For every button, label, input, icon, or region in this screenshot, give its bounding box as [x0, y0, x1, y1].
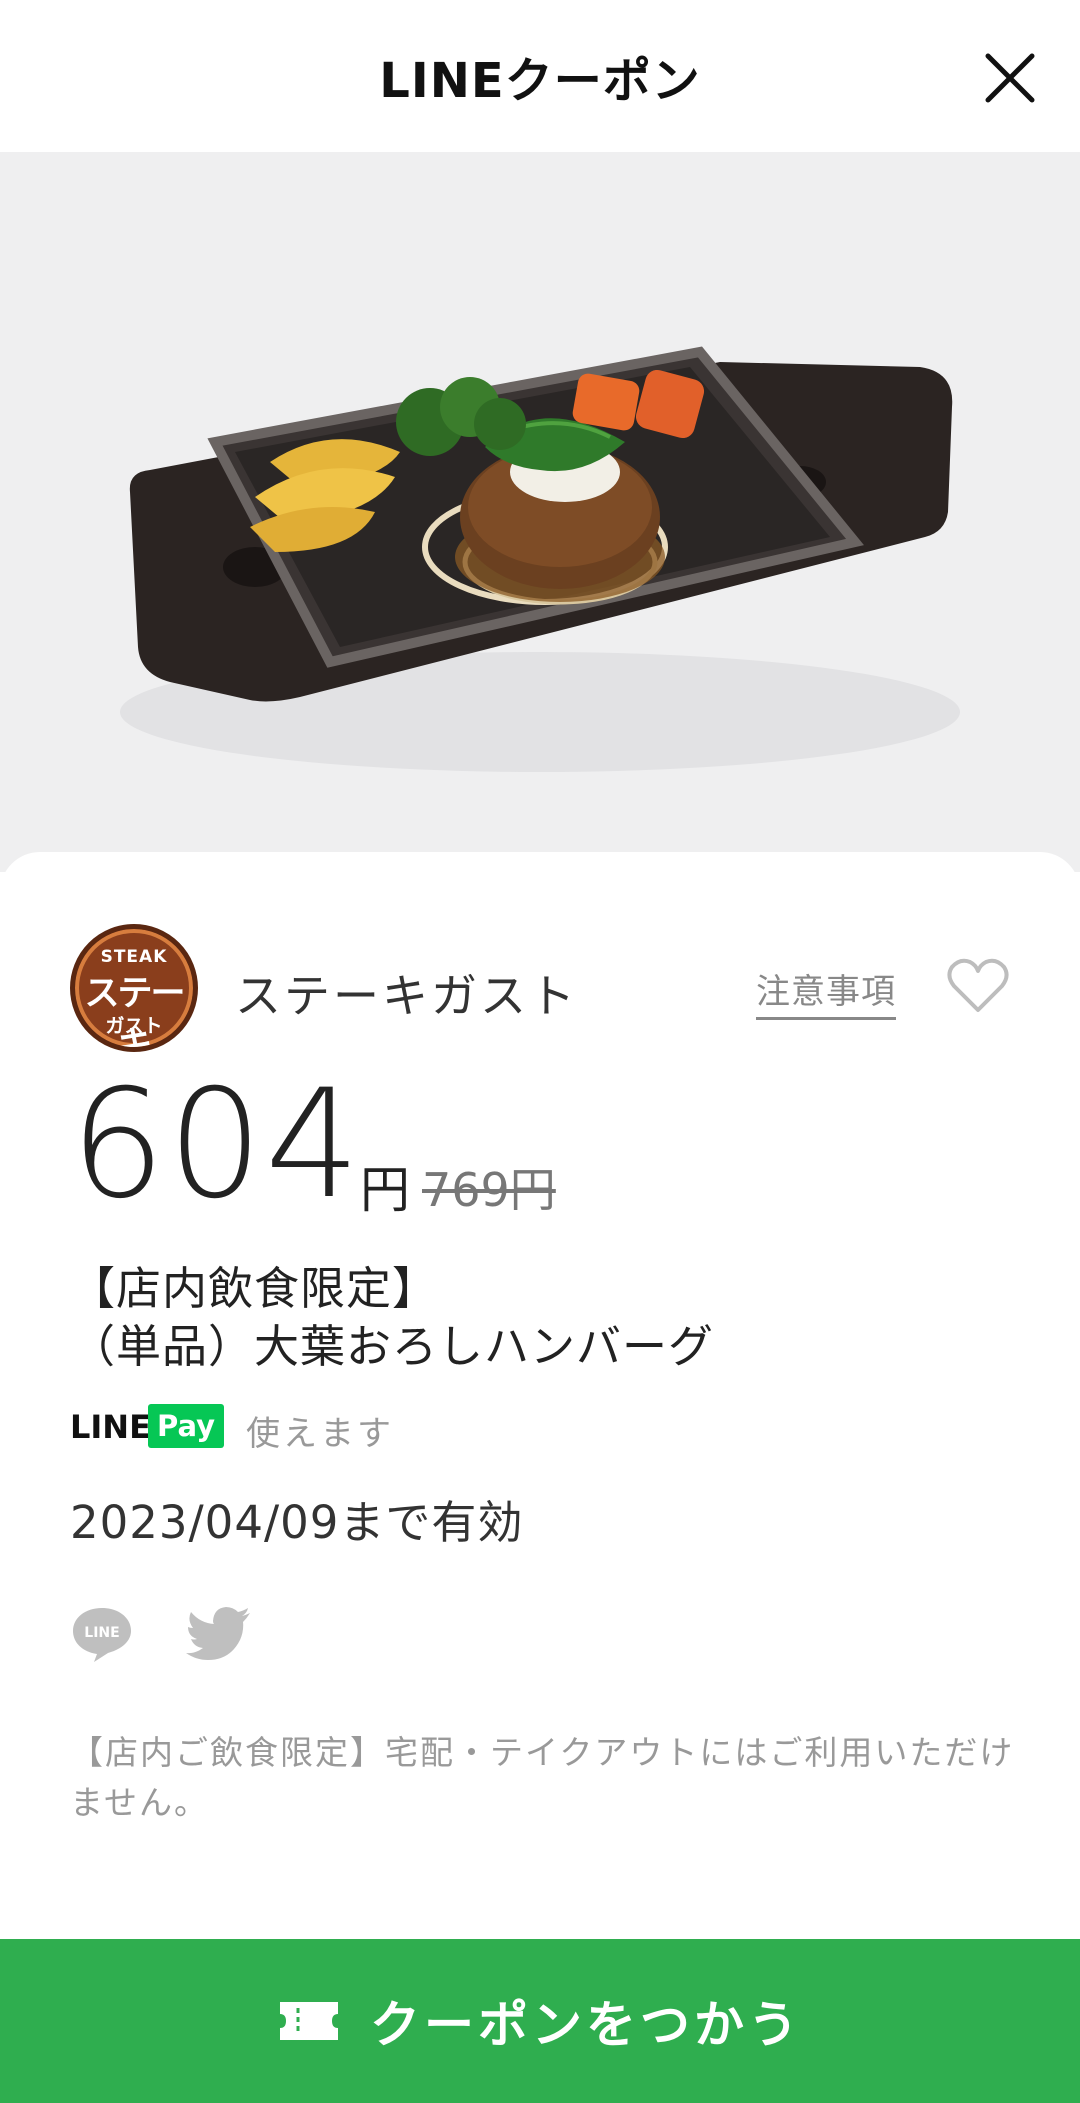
use-coupon-button-content: クーポンをつかう	[278, 1985, 802, 2057]
shop-name: ステーキガスト	[235, 969, 578, 1023]
line-pay-logo-pay: Pay	[148, 1404, 224, 1448]
payment-status: 使えます	[246, 1414, 394, 1454]
notes-link[interactable]: 注意事項	[756, 964, 896, 1020]
coupon-detail-card: STEAK ステーキ ガスト ステーキガスト 注意事項 604 円 769円 【…	[0, 852, 1080, 1952]
close-icon[interactable]	[980, 48, 1040, 108]
shop-logo-bottom-text: ガスト	[105, 1015, 163, 1037]
coupon-title-line2: （単品）大葉おろしハンバーグ	[70, 1320, 715, 1373]
shop-row: STEAK ステーキ ガスト ステーキガスト 注意事項	[70, 924, 1010, 1054]
shop-logo-top-text: STEAK	[100, 947, 168, 967]
line-pay-logo-line: LINE	[70, 1408, 151, 1446]
shop-logo: STEAK ステーキ ガスト	[70, 924, 198, 1052]
twitter-icon[interactable]	[186, 1606, 252, 1662]
heart-icon[interactable]	[946, 956, 1010, 1014]
original-price: 769円	[422, 1163, 556, 1217]
validity-date: 2023/04/09まで有効	[70, 1496, 524, 1549]
price-value: 604	[70, 1058, 363, 1232]
svg-text:LINE: LINE	[84, 1625, 119, 1641]
coupon-product-image	[0, 152, 1080, 872]
use-coupon-button[interactable]: クーポンをつかう	[0, 1939, 1080, 2103]
usage-notice: 【店内ご飲食限定】宅配・テイクアウトにはご利用いただけません。	[70, 1733, 1015, 1822]
use-coupon-label: クーポンをつかう	[370, 1996, 802, 2054]
price-unit: 円	[360, 1161, 410, 1219]
page-title: LINEクーポン	[379, 53, 701, 109]
coupon-title-line1: 【店内飲食限定】	[70, 1262, 439, 1315]
coupon-title: 【店内飲食限定】 （単品）大葉おろしハンバーグ	[70, 1260, 1010, 1376]
line-icon[interactable]: LINE	[70, 1604, 134, 1664]
ticket-icon	[280, 2002, 338, 2040]
header-bar: LINEクーポン	[0, 0, 1080, 152]
shop-logo-main-text: ステーキ	[84, 974, 185, 1052]
